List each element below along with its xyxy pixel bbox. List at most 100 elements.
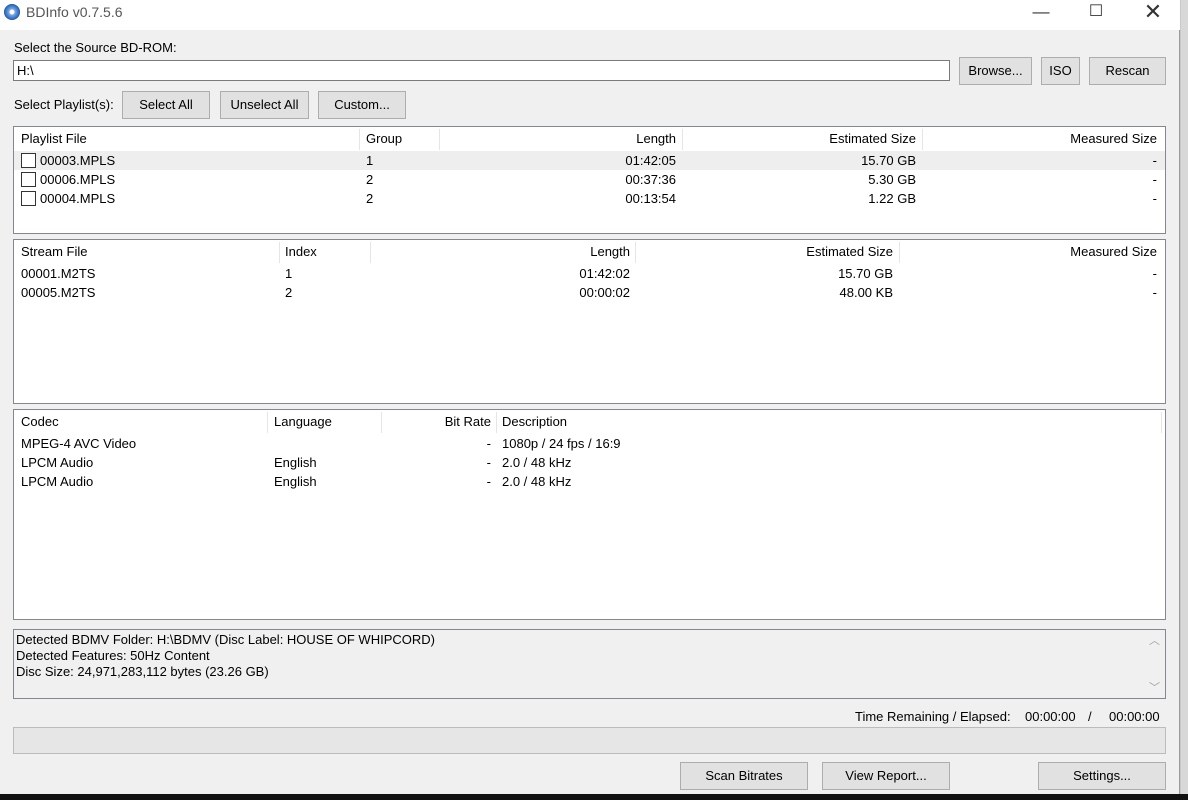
col-length[interactable]: Length	[444, 131, 676, 146]
col-playlist-file[interactable]: Playlist File	[21, 131, 87, 146]
codec-description: 2.0 / 48 kHz	[502, 455, 572, 470]
column-divider[interactable]	[899, 242, 900, 263]
source-path-input[interactable]: H:\	[13, 60, 950, 81]
playlist-checkbox[interactable]	[21, 153, 36, 168]
log-line: Detected Features: 50Hz Content	[16, 648, 210, 663]
playlist-measured-size: -	[1152, 153, 1157, 168]
maximize-button[interactable]: ☐	[1073, 0, 1119, 30]
column-divider[interactable]	[682, 129, 683, 150]
playlist-estimated-size: 15.70 GB	[861, 153, 916, 168]
codec-language: English	[274, 455, 317, 470]
col-length[interactable]: Length	[374, 244, 630, 259]
codec-name: LPCM Audio	[21, 474, 94, 489]
column-divider[interactable]	[1161, 412, 1162, 433]
title-bar: BDInfo v0.7.5.6 — ☐ ✕	[0, 0, 1180, 30]
taskbar	[0, 794, 1188, 800]
scan-log[interactable]: Detected BDMV Folder: H:\BDMV (Disc Labe…	[13, 629, 1166, 699]
disc-icon	[4, 4, 20, 20]
column-divider[interactable]	[922, 129, 923, 150]
custom-button[interactable]: Custom...	[318, 91, 406, 119]
chevron-down-icon[interactable]: ﹀	[1149, 680, 1160, 696]
unselect-all-button[interactable]: Unselect All	[220, 91, 309, 119]
codec-bit-rate: -	[486, 436, 491, 451]
playlist-estimated-size: 5.30 GB	[868, 172, 916, 187]
close-button[interactable]: ✕	[1130, 0, 1176, 30]
col-description[interactable]: Description	[502, 414, 567, 429]
codec-name: MPEG-4 AVC Video	[21, 436, 137, 451]
chevron-up-icon[interactable]: ︿	[1149, 633, 1160, 649]
column-divider[interactable]	[635, 242, 636, 263]
playlist-checkbox[interactable]	[21, 191, 36, 206]
table-row[interactable]: 00005.M2TS 2 00:00:02 48.00 KB -	[14, 283, 1165, 302]
column-divider[interactable]	[439, 129, 440, 150]
table-row[interactable]: 00001.M2TS 1 01:42:02 15.70 GB -	[14, 264, 1165, 283]
time-elapsed: 00:00:00	[1109, 709, 1160, 724]
table-row[interactable]: 00004.MPLS 2 00:13:54 1.22 GB -	[14, 189, 1165, 208]
col-measured-size[interactable]: Measured Size	[903, 244, 1157, 259]
stream-measured-size: -	[1152, 266, 1157, 281]
col-group[interactable]: Group	[366, 131, 402, 146]
column-divider[interactable]	[267, 412, 268, 433]
column-divider[interactable]	[381, 412, 382, 433]
col-language[interactable]: Language	[274, 414, 332, 429]
log-line: Detected BDMV Folder: H:\BDMV (Disc Labe…	[16, 632, 435, 647]
view-report-button[interactable]: View Report...	[822, 762, 950, 790]
codec-header: Codec Language Bit Rate Description	[14, 410, 1165, 435]
stream-index: 1	[285, 266, 293, 281]
column-divider[interactable]	[370, 242, 371, 263]
codec-language: English	[274, 474, 317, 489]
codec-bit-rate: -	[486, 474, 491, 489]
playlist-checkbox[interactable]	[21, 172, 36, 187]
codec-list[interactable]: Codec Language Bit Rate Description MPEG…	[13, 409, 1166, 620]
table-row[interactable]: LPCM Audio English - 2.0 / 48 kHz	[14, 472, 1165, 491]
playlist-measured-size: -	[1152, 191, 1157, 206]
log-line: Disc Size: 24,971,283,112 bytes (23.26 G…	[16, 664, 269, 679]
stream-list[interactable]: Stream File Index Length Estimated Size …	[13, 239, 1166, 404]
settings-button[interactable]: Settings...	[1038, 762, 1166, 790]
log-scrollbar[interactable]: ︿ ﹀	[1145, 630, 1165, 698]
column-divider[interactable]	[279, 242, 280, 263]
stream-header: Stream File Index Length Estimated Size …	[14, 240, 1165, 265]
stream-estimated-size: 48.00 KB	[839, 285, 894, 300]
rescan-button[interactable]: Rescan	[1089, 57, 1166, 85]
codec-name: LPCM Audio	[21, 455, 94, 470]
codec-description: 2.0 / 48 kHz	[502, 474, 572, 489]
playlist-length: 00:37:36	[625, 172, 676, 187]
playlist-group: 2	[366, 191, 374, 206]
table-row[interactable]: LPCM Audio English - 2.0 / 48 kHz	[14, 453, 1165, 472]
playlist-file: 00004.MPLS	[40, 191, 116, 206]
playlist-measured-size: -	[1152, 172, 1157, 187]
col-index[interactable]: Index	[285, 244, 317, 259]
codec-description: 1080p / 24 fps / 16:9	[502, 436, 621, 451]
playlist-header: Playlist File Group Length Estimated Siz…	[14, 127, 1165, 152]
browse-button[interactable]: Browse...	[959, 57, 1032, 85]
scan-bitrates-button[interactable]: Scan Bitrates	[680, 762, 808, 790]
table-row[interactable]: MPEG-4 AVC Video - 1080p / 24 fps / 16:9	[14, 434, 1165, 453]
playlist-list[interactable]: Playlist File Group Length Estimated Siz…	[13, 126, 1166, 234]
column-divider[interactable]	[359, 129, 360, 150]
stream-estimated-size: 15.70 GB	[838, 266, 893, 281]
minimize-button[interactable]: —	[1018, 0, 1064, 30]
table-row[interactable]: 00003.MPLS 1 01:42:05 15.70 GB -	[14, 151, 1165, 170]
col-codec[interactable]: Codec	[21, 414, 59, 429]
background-window-strip	[1181, 0, 1188, 794]
playlist-file: 00006.MPLS	[40, 172, 116, 187]
col-stream-file[interactable]: Stream File	[21, 244, 87, 259]
iso-button[interactable]: ISO	[1041, 57, 1080, 85]
select-all-button[interactable]: Select All	[122, 91, 210, 119]
stream-length: 01:42:02	[579, 266, 630, 281]
col-measured-size[interactable]: Measured Size	[926, 131, 1157, 146]
playlist-group: 2	[366, 172, 374, 187]
column-divider[interactable]	[496, 412, 497, 433]
bdinfo-window: BDInfo v0.7.5.6 — ☐ ✕ Select the Source …	[0, 0, 1180, 800]
col-estimated-size[interactable]: Estimated Size	[639, 244, 893, 259]
time-label: Time Remaining / Elapsed:	[855, 709, 1011, 724]
stream-measured-size: -	[1152, 285, 1157, 300]
col-bit-rate[interactable]: Bit Rate	[384, 414, 491, 429]
stream-index: 2	[285, 285, 293, 300]
table-row[interactable]: 00006.MPLS 2 00:37:36 5.30 GB -	[14, 170, 1165, 189]
playlist-file: 00003.MPLS	[40, 153, 116, 168]
codec-bit-rate: -	[486, 455, 491, 470]
stream-file: 00005.M2TS	[21, 285, 96, 300]
col-estimated-size[interactable]: Estimated Size	[686, 131, 916, 146]
